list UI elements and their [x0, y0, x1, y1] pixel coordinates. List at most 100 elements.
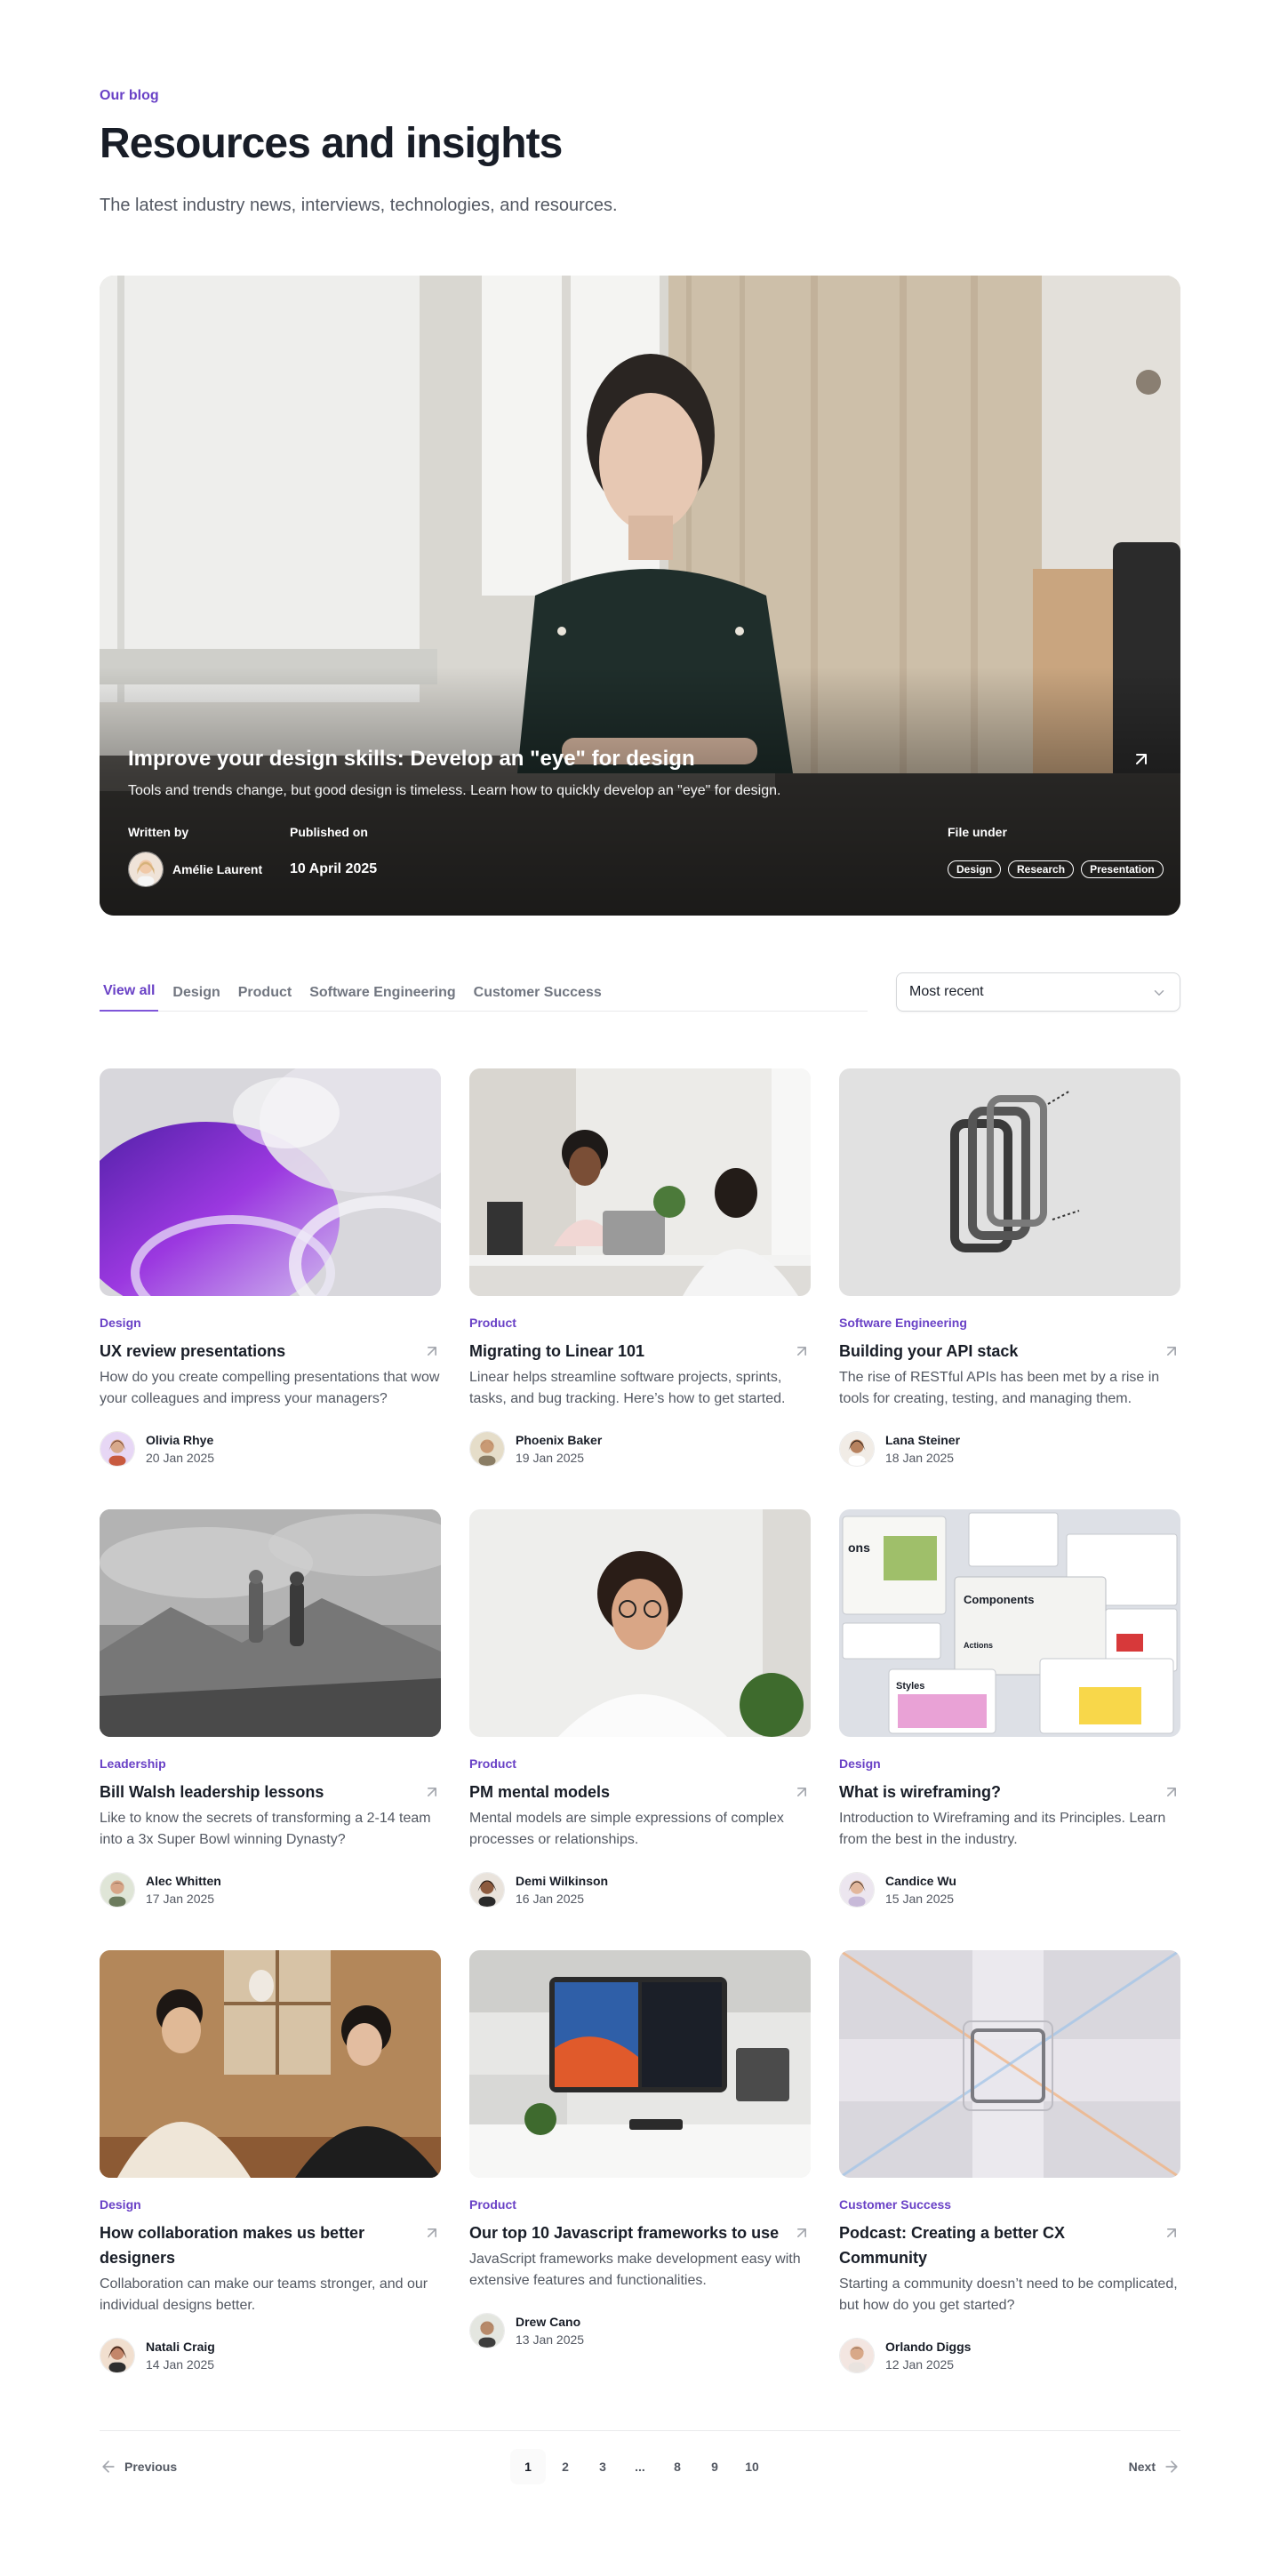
- post-date: 17 Jan 2025: [146, 1892, 215, 1906]
- page-2[interactable]: 2: [548, 2449, 583, 2484]
- page-10[interactable]: 10: [734, 2449, 770, 2484]
- page-9[interactable]: 9: [697, 2449, 732, 2484]
- post-title[interactable]: PM mental models: [469, 1780, 782, 1804]
- arrow-up-right-icon[interactable]: [423, 2224, 441, 2242]
- page-8[interactable]: 8: [660, 2449, 695, 2484]
- wireframe-styles-label: Styles: [896, 1681, 924, 1692]
- post-category: Design: [100, 2197, 141, 2212]
- arrow-up-right-icon[interactable]: [1131, 748, 1152, 770]
- arrow-up-right-icon[interactable]: [793, 1783, 811, 1801]
- post-card[interactable]: Product PM mental models Mental models a…: [469, 1509, 811, 1908]
- post-description: The rise of RESTful APIs has been met by…: [839, 1370, 1160, 1406]
- avatar: [100, 1872, 135, 1908]
- post-title[interactable]: Podcast: Creating a better CX Community: [839, 2220, 1152, 2270]
- arrow-up-right-icon[interactable]: [793, 2224, 811, 2242]
- featured-title[interactable]: Improve your design skills: Develop an "…: [128, 745, 1152, 773]
- author-name: Natali Craig: [146, 2340, 215, 2354]
- post-title[interactable]: UX review presentations: [100, 1339, 412, 1364]
- post-description: Collaboration can make our teams stronge…: [100, 2276, 428, 2313]
- arrow-up-right-icon[interactable]: [423, 1342, 441, 1360]
- post-card[interactable]: Product Our top 10 Javascript frameworks…: [469, 1950, 811, 2373]
- tab-view-all[interactable]: View all: [100, 972, 159, 1012]
- featured-date: 10 April 2025: [290, 861, 378, 876]
- post-image: [469, 1509, 811, 1737]
- post-title[interactable]: Migrating to Linear 101: [469, 1339, 782, 1364]
- post-grid: Design UX review presentations How do yo…: [100, 1068, 1180, 2373]
- post-card[interactable]: Design UX review presentations How do yo…: [100, 1068, 441, 1467]
- page-3[interactable]: 3: [585, 2449, 620, 2484]
- tab-design[interactable]: Design: [169, 972, 223, 1012]
- post-title[interactable]: Our top 10 Javascript frameworks to use: [469, 2220, 782, 2245]
- arrow-up-right-icon[interactable]: [423, 1783, 441, 1801]
- featured-content: Improve your design skills: Develop an "…: [128, 745, 1164, 887]
- post-date: 18 Jan 2025: [885, 1451, 955, 1465]
- previous-label: Previous: [124, 2460, 178, 2474]
- written-by-label: Written by: [128, 825, 189, 839]
- page-subtitle: The latest industry news, interviews, te…: [100, 196, 618, 215]
- file-under-label: File under: [948, 825, 1007, 839]
- post-card[interactable]: ons Components Actions Styles Design Wha…: [839, 1509, 1180, 1908]
- featured-post[interactable]: Improve your design skills: Develop an "…: [100, 276, 1180, 916]
- tag-research[interactable]: Research: [1008, 860, 1075, 878]
- arrow-up-right-icon[interactable]: [1163, 1783, 1180, 1801]
- post-title[interactable]: Bill Walsh leadership lessons: [100, 1780, 412, 1804]
- author-name: Phoenix Baker: [516, 1433, 603, 1447]
- tab-software-engineering[interactable]: Software Engineering: [306, 972, 459, 1012]
- published-on: Published on 10 April 2025: [290, 823, 377, 887]
- avatar: [839, 2338, 875, 2373]
- previous-button[interactable]: Previous: [100, 2449, 177, 2484]
- post-card[interactable]: Leadership Bill Walsh leadership lessons…: [100, 1509, 441, 1908]
- page-title: Resources and insights: [100, 120, 563, 167]
- tab-product[interactable]: Product: [235, 972, 295, 1012]
- post-description: Linear helps streamline software project…: [469, 1370, 786, 1406]
- post-title[interactable]: Building your API stack: [839, 1339, 1152, 1364]
- post-image: [839, 1950, 1180, 2178]
- arrow-up-right-icon[interactable]: [793, 1342, 811, 1360]
- next-button[interactable]: Next: [1129, 2449, 1180, 2484]
- post-author: Natali Craig 14 Jan 2025: [100, 2338, 441, 2373]
- post-card[interactable]: Design How collaboration makes us better…: [100, 1950, 441, 2373]
- arrow-up-right-icon[interactable]: [1163, 2224, 1180, 2242]
- post-date: 14 Jan 2025: [146, 2357, 215, 2372]
- post-image: [100, 1509, 441, 1737]
- pagination: Previous 1 2 3 ... 8 9 10 Next: [100, 2430, 1180, 2484]
- eyebrow: Our blog: [100, 88, 159, 103]
- post-date: 12 Jan 2025: [885, 2357, 955, 2372]
- blog-section: Our blog Resources and insights The late…: [100, 0, 1180, 2484]
- post-date: 13 Jan 2025: [516, 2332, 585, 2347]
- post-description: Starting a community doesn’t need to be …: [839, 2276, 1178, 2313]
- post-category: Design: [100, 1316, 141, 1330]
- post-image: [839, 1068, 1180, 1296]
- avatar: [128, 852, 164, 887]
- post-title[interactable]: What is wireframing?: [839, 1780, 1152, 1804]
- author-name: Lana Steiner: [885, 1433, 961, 1447]
- sort-value: Most recent: [909, 984, 984, 999]
- sort-select[interactable]: Most recent: [896, 972, 1180, 1012]
- post-card[interactable]: Customer Success Podcast: Creating a bet…: [839, 1950, 1180, 2373]
- author-name: Candice Wu: [885, 1874, 956, 1888]
- post-card[interactable]: Product Migrating to Linear 101 Linear h…: [469, 1068, 811, 1467]
- post-category: Design: [839, 1756, 881, 1771]
- tag-presentation[interactable]: Presentation: [1081, 860, 1164, 878]
- post-card[interactable]: Software Engineering Building your API s…: [839, 1068, 1180, 1467]
- post-date: 20 Jan 2025: [146, 1451, 215, 1465]
- featured-description: Tools and trends change, but good design…: [128, 783, 781, 798]
- tab-customer-success[interactable]: Customer Success: [470, 972, 605, 1012]
- post-category: Product: [469, 1756, 516, 1771]
- post-date: 19 Jan 2025: [516, 1451, 585, 1465]
- avatar: [839, 1872, 875, 1908]
- page-1[interactable]: 1: [510, 2449, 546, 2484]
- post-title[interactable]: How collaboration makes us better design…: [100, 2220, 412, 2270]
- featured-meta: Written by Amélie Laurent Published on 1…: [128, 823, 1164, 887]
- author-name: Olivia Rhye: [146, 1433, 214, 1447]
- post-category: Customer Success: [839, 2197, 952, 2212]
- post-date: 15 Jan 2025: [885, 1892, 955, 1906]
- arrow-up-right-icon[interactable]: [1163, 1342, 1180, 1360]
- post-author: Demi Wilkinson 16 Jan 2025: [469, 1872, 811, 1908]
- tag-design[interactable]: Design: [948, 860, 1002, 878]
- post-category: Product: [469, 2197, 516, 2212]
- avatar: [100, 1431, 135, 1467]
- category-tabs: View all Design Product Software Enginee…: [100, 972, 868, 1012]
- arrow-right-icon: [1165, 2460, 1178, 2473]
- page-numbers: 1 2 3 ... 8 9 10: [510, 2449, 770, 2484]
